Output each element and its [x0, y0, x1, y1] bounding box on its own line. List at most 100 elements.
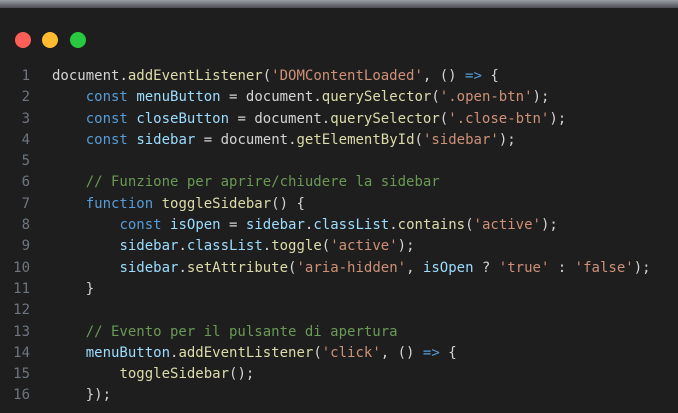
- line-number: 8: [21, 217, 30, 234]
- code-token: '.close-btn': [448, 110, 550, 127]
- line-source: sidebar.setAttribute('aria-hidden', isOp…: [52, 258, 651, 279]
- code-token: );: [532, 89, 550, 106]
- code-line: 12: [0, 300, 678, 321]
- line-source: const isOpen = sidebar.classList.contain…: [52, 215, 558, 236]
- code-token: {: [439, 344, 457, 361]
- line-source: sidebar.classList.toggle('active');: [52, 236, 415, 257]
- line-number: 16: [13, 387, 30, 404]
- code-token: '.open-btn': [439, 89, 533, 106]
- code-token: 'false': [574, 259, 634, 276]
- line-number: 10: [13, 259, 30, 276]
- line-source: // Funzione per aprire/chiudere la sideb…: [52, 172, 440, 193]
- line-source: }: [52, 279, 94, 300]
- code-line: 5: [0, 151, 678, 172]
- minimize-dot-icon[interactable]: [42, 32, 58, 48]
- code-token: );: [540, 217, 558, 234]
- code-token: contains: [397, 217, 466, 234]
- code-token: );: [397, 238, 415, 255]
- code-line: 14 menuButton.addEventListener('click', …: [0, 343, 678, 364]
- code-token: (: [414, 131, 423, 148]
- line-source: document.addEventListener('DOMContentLoa…: [52, 66, 499, 87]
- code-token: .: [119, 68, 128, 84]
- code-token: =: [220, 217, 246, 234]
- code-line: 16 });: [0, 385, 678, 406]
- code-window: 1 document.addEventListener('DOMContentLo…: [0, 0, 678, 413]
- code-token: addEventListener: [178, 344, 314, 361]
- code-token: :: [549, 259, 575, 276]
- code-token: (: [439, 110, 449, 127]
- code-token: }: [52, 280, 95, 297]
- line-number: 7: [21, 195, 30, 212]
- code-token: menuButton: [136, 89, 221, 106]
- code-token: .: [389, 217, 398, 234]
- line-source: const closeButton = document.querySelect…: [52, 109, 567, 130]
- code-token: .: [313, 89, 322, 106]
- code-token: getElementById: [296, 131, 415, 148]
- line-number: 1: [21, 68, 30, 84]
- code-token: classList: [313, 217, 390, 234]
- code-token: // Evento per il pulsante di apertura: [85, 323, 398, 340]
- code-line: 9 sidebar.classList.toggle('active');: [0, 236, 678, 257]
- line-number: 13: [13, 323, 30, 340]
- code-token: });: [52, 387, 112, 404]
- code-token: {: [481, 68, 499, 84]
- code-token: 'true': [498, 259, 550, 276]
- code-token: , (): [380, 344, 423, 361]
- code-token: 'click': [321, 344, 381, 361]
- code-token: sidebar: [119, 238, 179, 255]
- code-token: .: [178, 238, 187, 255]
- code-token: ();: [229, 366, 255, 383]
- line-number: 4: [21, 131, 30, 148]
- code-token: document: [254, 110, 322, 127]
- code-line: 10 sidebar.setAttribute('aria-hidden', i…: [0, 258, 678, 279]
- code-token: (: [262, 68, 272, 84]
- line-number: 2: [21, 89, 30, 106]
- code-token: ,: [406, 259, 423, 276]
- code-token: .: [288, 131, 297, 148]
- code-token: setAttribute: [186, 259, 289, 276]
- code-token: toggleSidebar: [119, 366, 230, 383]
- code-token: const: [119, 217, 162, 234]
- code-token: 'aria-hidden': [296, 259, 407, 276]
- code-token: querySelector: [330, 110, 440, 127]
- code-token: isOpen: [170, 217, 221, 234]
- line-number: 15: [13, 366, 30, 383]
- code-token: , (): [422, 68, 466, 84]
- line-source: // Evento per il pulsante di apertura: [52, 322, 398, 343]
- window-titlebar: [0, 8, 678, 58]
- code-token: .: [262, 238, 272, 255]
- code-token: (: [313, 344, 322, 361]
- code-token: // Funzione per aprire/chiudere la sideb…: [85, 174, 440, 191]
- code-token: .: [178, 259, 187, 276]
- line-source: menuButton.addEventListener('click', () …: [52, 343, 457, 364]
- code-token: (: [431, 89, 440, 106]
- maximize-dot-icon[interactable]: [70, 32, 86, 48]
- code-token: );: [633, 259, 651, 276]
- code-token: =>: [422, 344, 440, 361]
- code-token: 'sidebar': [422, 131, 499, 148]
- line-number: 5: [21, 153, 30, 170]
- code-token: =: [229, 110, 255, 127]
- code-token: querySelector: [321, 89, 432, 106]
- code-token: toggle: [271, 238, 322, 255]
- code-token: sidebar: [119, 259, 179, 276]
- code-token: );: [498, 131, 516, 148]
- code-token: document: [245, 89, 314, 106]
- code-token: closeButton: [136, 110, 230, 127]
- code-token: const: [85, 131, 128, 148]
- code-token: sidebar: [245, 217, 305, 234]
- code-line: 7 function toggleSidebar() {: [0, 194, 678, 215]
- code-line: 8 const isOpen = sidebar.classList.conta…: [0, 215, 678, 236]
- code-line: 11 }: [0, 279, 678, 300]
- code-token: (: [465, 217, 474, 234]
- line-source: toggleSidebar();: [52, 364, 254, 385]
- close-dot-icon[interactable]: [15, 32, 31, 48]
